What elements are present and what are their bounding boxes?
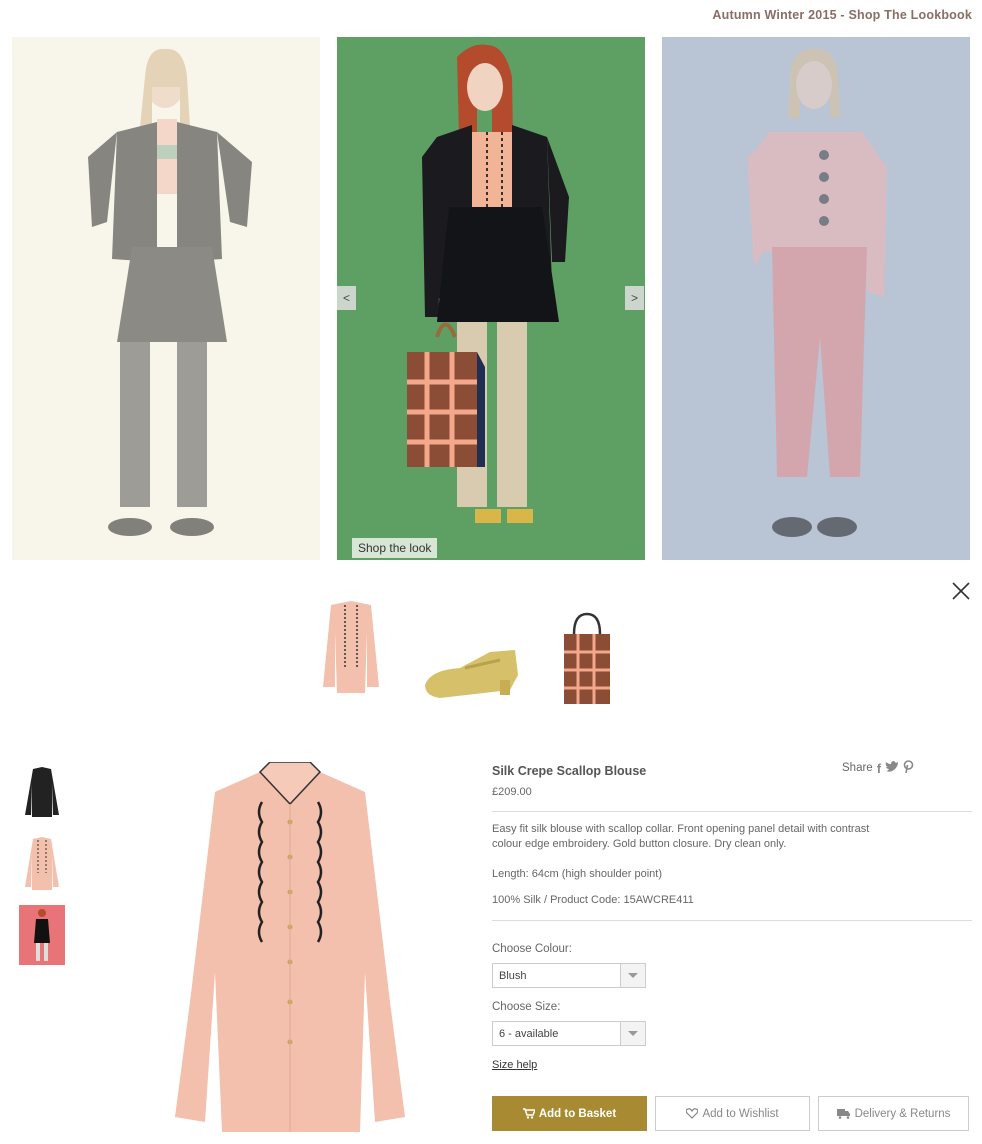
delivery-returns-button[interactable]: Delivery & Returns <box>818 1096 969 1131</box>
product-price: £209.00 <box>492 786 532 798</box>
blouse-thumbnail <box>323 601 379 693</box>
facebook-icon[interactable]: f <box>877 761 881 776</box>
shoe-thumbnail <box>425 650 518 698</box>
product-material-code: 100% Silk / Product Code: 15AWCRE411 <box>492 894 694 906</box>
look-item-blouse[interactable] <box>317 597 385 702</box>
model-image-left <box>88 48 252 536</box>
share-bar: Share f <box>842 760 914 776</box>
look-item-shoe[interactable] <box>420 640 520 705</box>
lookbook-panel-left[interactable] <box>12 37 320 560</box>
heart-icon <box>686 1108 699 1119</box>
shop-the-look-label[interactable]: Shop the look <box>352 538 438 558</box>
product-thumb-model[interactable] <box>19 905 65 965</box>
truck-icon <box>836 1109 850 1119</box>
size-label: Choose Size: <box>492 1001 561 1013</box>
close-icon[interactable] <box>950 580 972 602</box>
add-to-wishlist-button[interactable]: Add to Wishlist <box>655 1096 810 1131</box>
product-length: Length: 64cm (high shoulder point) <box>492 868 662 880</box>
bag-thumbnail <box>564 612 610 704</box>
product-description: Easy fit silk blouse with scallop collar… <box>492 823 870 850</box>
divider <box>492 920 972 921</box>
model-image-center <box>407 44 569 523</box>
divider <box>492 811 972 812</box>
lookbook-panel-right[interactable] <box>662 37 970 560</box>
colour-select-value: Blush <box>499 970 527 982</box>
add-to-basket-label: Add to Basket <box>538 1107 617 1120</box>
colour-label: Choose Colour: <box>492 943 572 955</box>
size-help-link[interactable]: Size help <box>492 1059 537 1071</box>
add-to-wishlist-label: Add to Wishlist <box>702 1107 779 1120</box>
model-image-right <box>747 48 887 537</box>
chevron-down-icon <box>620 1022 645 1045</box>
basket-icon <box>522 1108 535 1119</box>
product-thumb-black[interactable] <box>19 765 65 817</box>
carousel-next-button[interactable]: > <box>625 286 644 310</box>
size-select[interactable]: 6 - available <box>492 1021 646 1046</box>
pinterest-icon[interactable] <box>903 760 914 776</box>
blush-blouse-image <box>175 761 405 1132</box>
twitter-icon[interactable] <box>885 760 899 776</box>
chevron-down-icon <box>620 964 645 987</box>
product-title: Silk Crepe Scallop Blouse <box>492 764 647 778</box>
main-product-image[interactable] <box>160 761 420 1132</box>
size-select-value: 6 - available <box>499 1028 559 1040</box>
look-item-bag[interactable] <box>560 612 614 712</box>
product-thumb-blush[interactable] <box>19 835 65 891</box>
model-thumbnail <box>19 905 65 965</box>
black-blouse-thumbnail <box>25 767 59 817</box>
share-label: Share <box>842 762 873 774</box>
lookbook-title[interactable]: Autumn Winter 2015 - Shop The Lookbook <box>712 8 972 22</box>
delivery-returns-label: Delivery & Returns <box>854 1107 951 1120</box>
colour-select[interactable]: Blush <box>492 963 646 988</box>
add-to-basket-button[interactable]: Add to Basket <box>492 1096 647 1131</box>
lookbook-panel-center[interactable] <box>337 37 645 560</box>
blush-blouse-thumbnail <box>25 837 59 890</box>
carousel-prev-button[interactable]: < <box>337 286 356 310</box>
